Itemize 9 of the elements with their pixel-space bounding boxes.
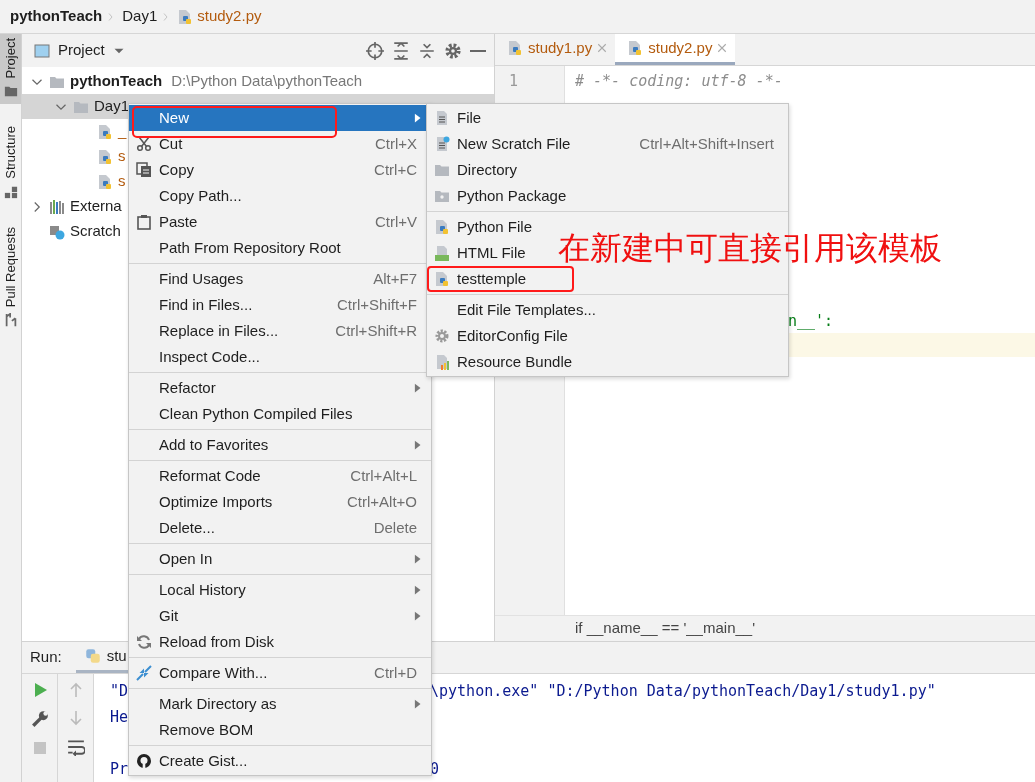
- console-text: \python.exe" "D:/Python Data/pythonTeach/Day1/study1.py": [430, 681, 937, 702]
- code-line: # -*- coding: utf-8 -*-: [574, 71, 784, 92]
- line-number: 1: [508, 71, 520, 92]
- console-text: He: [110, 707, 129, 728]
- run-label: Run:: [30, 647, 62, 668]
- console-text: Pr: [110, 759, 129, 780]
- code-fragment: n__':: [788, 312, 834, 330]
- annotation-text: 在新建中可直接引用该模板: [558, 229, 942, 268]
- console-text: "D: [110, 681, 129, 702]
